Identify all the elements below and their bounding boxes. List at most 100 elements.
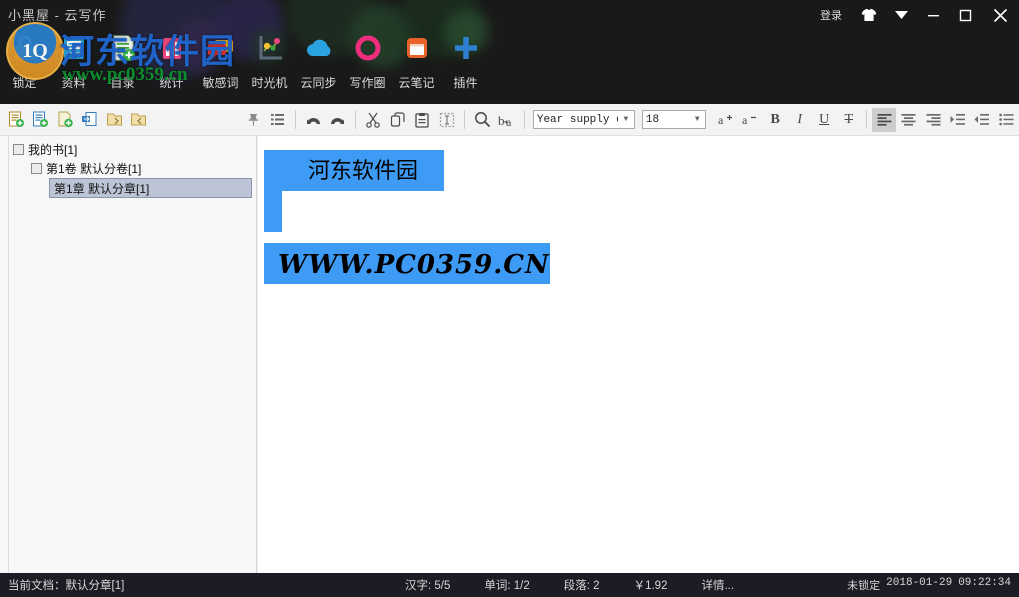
left-edge-panel[interactable]: 敏感词检测 资料库 — [0, 136, 9, 573]
tree-node-book[interactable]: 我的书[1] — [9, 140, 256, 159]
align-center-button[interactable] — [896, 108, 921, 132]
replace-button[interactable]: b a — [494, 108, 519, 132]
maximize-button[interactable] — [949, 0, 981, 30]
toolbar-separator-2 — [355, 110, 356, 129]
chevron-down-icon: ▼ — [618, 115, 634, 124]
status-lock-state: 未锁定 — [847, 577, 880, 593]
font-size-select[interactable]: 18 ▼ — [642, 110, 706, 129]
ribbon-item-cloud-sync[interactable]: 云同步 — [294, 26, 343, 91]
redo-button[interactable] — [325, 108, 350, 132]
expand-collapse-icon-2[interactable] — [31, 163, 42, 174]
status-words: 单词: 1/2 — [484, 577, 529, 593]
speech-bubble-icon — [203, 30, 239, 66]
login-button[interactable]: 登录 — [809, 0, 853, 30]
indent-button[interactable] — [946, 108, 971, 132]
bullet-list-button[interactable] — [995, 108, 1019, 132]
document-editor[interactable]: 河东软件园 WWW.PC0359.CN — [258, 136, 1019, 573]
chevron-down-icon-2: ▼ — [689, 115, 705, 124]
ribbon-item-statistics[interactable]: 统计 — [147, 26, 196, 91]
document-content[interactable]: 河东软件园 WWW.PC0359.CN — [264, 150, 1004, 284]
document-line-2-text — [264, 191, 282, 232]
toolbar-separator — [295, 110, 296, 129]
ribbon-item-material[interactable]: 资料 — [49, 26, 98, 91]
svg-text:a: a — [742, 113, 748, 127]
ribbon-item-plugin[interactable]: 插件 — [441, 26, 490, 91]
align-left-button[interactable] — [872, 108, 897, 132]
status-paragraphs: 段落: 2 — [564, 577, 600, 593]
find-button[interactable] — [470, 108, 495, 132]
tree-node-label: 第1章 默认分章[1] — [54, 180, 149, 197]
bold-button[interactable]: B — [763, 108, 788, 132]
close-button[interactable] — [981, 0, 1019, 30]
document-line-3-text: WWW.PC0359.CN — [264, 243, 550, 284]
svg-text:a: a — [718, 113, 724, 127]
status-time: 09:22:34 — [958, 577, 1011, 593]
ribbon-item-lock[interactable]: 锁定 — [0, 26, 49, 91]
status-money: ￥1.92 — [634, 577, 668, 593]
select-all-button[interactable] — [434, 108, 459, 132]
strikethrough-button[interactable]: T — [836, 108, 861, 132]
cut-button[interactable] — [361, 108, 386, 132]
toolbar-separator-5 — [866, 110, 867, 129]
align-right-button[interactable] — [921, 108, 946, 132]
status-bar: 当前文档：默认分章[1] 汉字: 5/5 单词: 1/2 段落: 2 ￥1.92… — [0, 573, 1019, 597]
copy-button[interactable] — [385, 108, 410, 132]
book-tree-panel: 我的书[1] 第1卷 默认分卷[1] 第1章 默认分章[1] — [9, 136, 257, 573]
bar-chart-icon — [154, 30, 190, 66]
ribbon-item-cloud-note[interactable]: 云笔记 — [392, 26, 441, 91]
ribbon-item-timemachine[interactable]: 时光机 — [245, 26, 294, 91]
document-list-icon — [105, 30, 141, 66]
minimize-button[interactable] — [917, 0, 949, 30]
svg-text:b: b — [498, 113, 505, 128]
new-volume-button[interactable] — [29, 108, 54, 132]
status-metrics: 汉字: 5/5 单词: 1/2 段落: 2 ￥1.92 详情... — [405, 577, 734, 593]
font-family-select[interactable]: Year supply o ▼ — [533, 110, 635, 129]
ribbon-label: 锁定 — [12, 74, 36, 91]
expand-collapse-icon[interactable] — [13, 144, 24, 155]
document-line-1-text: 河东软件园 — [264, 150, 444, 191]
document-line-2 — [264, 191, 1004, 243]
tree-node-volume[interactable]: 第1卷 默认分卷[1] — [9, 159, 256, 178]
ribbon-toolbar: 锁定 资料 — [0, 26, 490, 104]
increase-font-size-button[interactable]: a — [714, 108, 739, 132]
plus-icon — [448, 30, 484, 66]
tree-node-chapter[interactable]: 第1章 默认分章[1] — [49, 178, 252, 198]
open-folder-button[interactable] — [102, 108, 127, 132]
skin-icon[interactable] — [853, 0, 885, 30]
window-controls: 登录 — [809, 0, 1019, 30]
underline-button[interactable]: U — [812, 108, 837, 132]
pin-button[interactable] — [241, 108, 266, 132]
ribbon-label: 资料 — [61, 74, 85, 91]
ribbon-label: 目录 — [110, 74, 134, 91]
ribbon-item-writing-circle[interactable]: 写作圈 — [343, 26, 392, 91]
ribbon-item-catalog[interactable]: 目录 — [98, 26, 147, 91]
italic-button[interactable]: I — [787, 108, 812, 132]
document-line-1: 河东软件园 — [264, 150, 1004, 191]
title-bar-ribbon: 小黑屋 - 云写作 登录 — [0, 0, 1019, 104]
circle-ring-icon — [350, 30, 386, 66]
status-chars: 汉字: 5/5 — [405, 577, 450, 593]
lock-icon — [7, 30, 43, 66]
save-button[interactable] — [127, 108, 152, 132]
new-document-button[interactable] — [4, 108, 29, 132]
outdent-button[interactable] — [970, 108, 995, 132]
tree-node-label: 第1卷 默认分卷[1] — [46, 160, 141, 177]
decrease-font-size-button[interactable]: a — [738, 108, 763, 132]
new-chapter-button[interactable] — [53, 108, 78, 132]
cloud-sync-icon — [301, 30, 337, 66]
ribbon-item-sensitive-words[interactable]: 敏感词 — [196, 26, 245, 91]
outline-button[interactable] — [265, 108, 290, 132]
formatting-toolbar: b a Year supply o ▼ 18 ▼ a a — [0, 104, 1019, 136]
status-details-link[interactable]: 详情... — [701, 577, 734, 593]
undo-button[interactable] — [301, 108, 326, 132]
ribbon-label: 敏感词 — [202, 74, 238, 91]
import-button[interactable] — [78, 108, 103, 132]
font-family-value: Year supply o — [537, 114, 618, 126]
ribbon-label: 云笔记 — [398, 74, 434, 91]
status-lock-and-time: 未锁定 2018-01-29 09:22:34 — [847, 577, 1011, 593]
left-edge-vertical-label: 敏感词检测 资料库 — [0, 182, 1, 302]
note-card-icon — [399, 30, 435, 66]
menu-dropdown-icon[interactable] — [885, 0, 917, 30]
paste-button[interactable] — [410, 108, 435, 132]
app-window: 小黑屋 - 云写作 登录 — [0, 0, 1019, 597]
